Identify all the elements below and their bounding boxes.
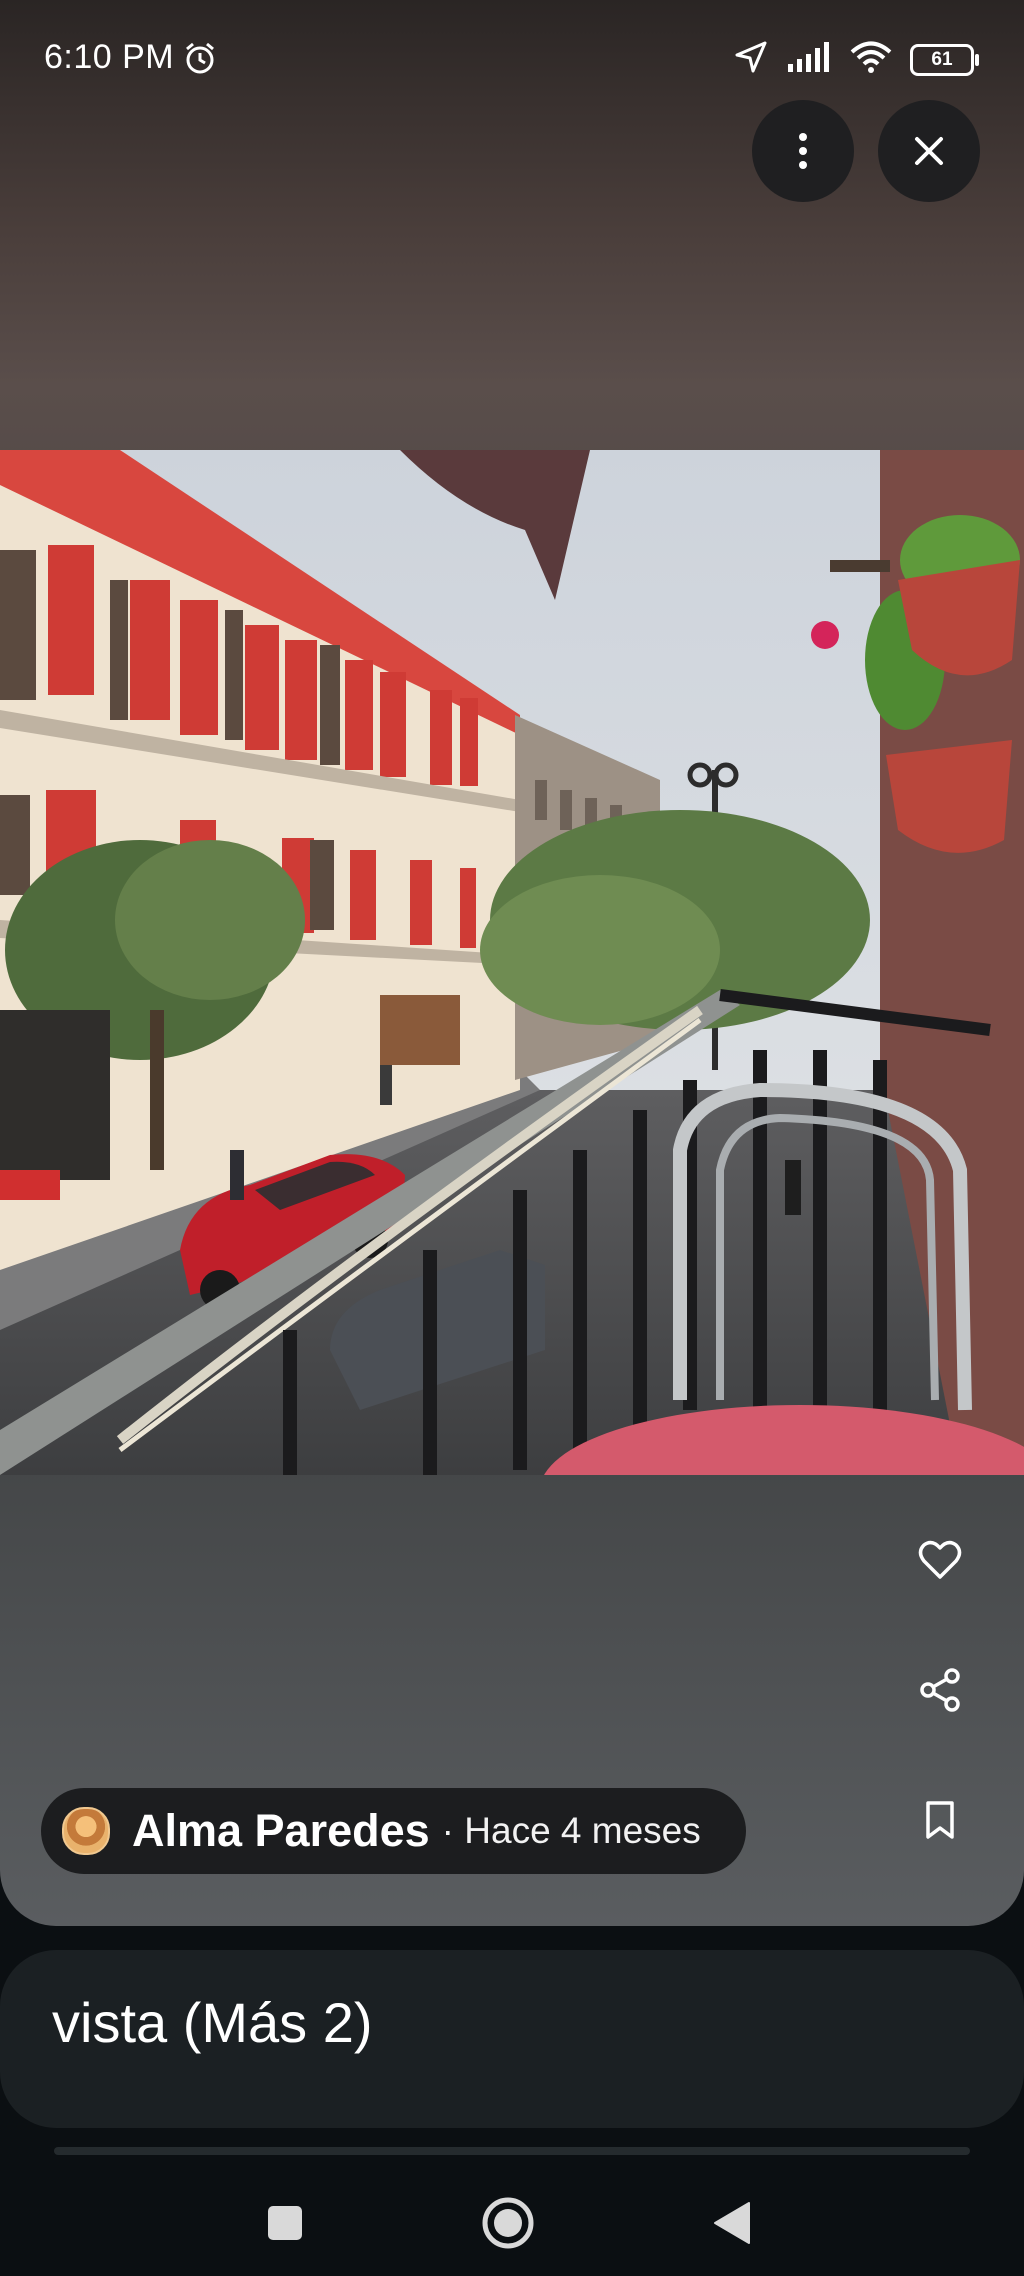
photo-viewer: 6:10 PM 61 Alma Paredes · Hace 4 meses [0,0,1024,1926]
signal-icon [786,42,832,77]
close-icon [915,137,943,165]
heart-icon [918,1540,962,1579]
location-arrow-icon [734,40,768,79]
avatar [62,1807,110,1855]
circle-icon [482,2197,534,2249]
triangle-back-icon [714,2202,750,2244]
wifi-icon [850,41,892,78]
caption-text: vista (Más 2) [52,1991,373,2054]
more-vert-icon [799,133,807,169]
alarm-icon [182,40,218,81]
post-time: · Hace 4 meses [441,1810,701,1851]
caption-card[interactable]: vista (Más 2) [0,1950,1024,2128]
status-bar: 6:10 PM 61 [0,0,1024,116]
recents-button[interactable] [250,2188,320,2258]
balcony-street-image [0,450,1024,1475]
like-button[interactable] [908,1528,972,1592]
author-chip[interactable]: Alma Paredes · Hace 4 meses [41,1788,746,1874]
home-button[interactable] [473,2188,543,2258]
share-button[interactable] [908,1658,972,1722]
navigation-bar [0,2170,1024,2276]
bookmark-icon [926,1801,954,1839]
status-icons: 61 [734,40,979,79]
battery-level: 61 [931,48,953,70]
close-button[interactable] [878,100,980,202]
sheet-handle[interactable] [54,2147,970,2155]
share-icon [920,1668,960,1712]
status-time: 6:10 PM [44,38,175,76]
battery-icon: 61 [910,43,979,76]
back-button[interactable] [697,2188,767,2258]
author-name: Alma Paredes [132,1805,430,1856]
save-button[interactable] [908,1788,972,1852]
more-options-button[interactable] [752,100,854,202]
square-icon [268,2206,302,2240]
street-view-photo[interactable] [0,450,1024,1475]
